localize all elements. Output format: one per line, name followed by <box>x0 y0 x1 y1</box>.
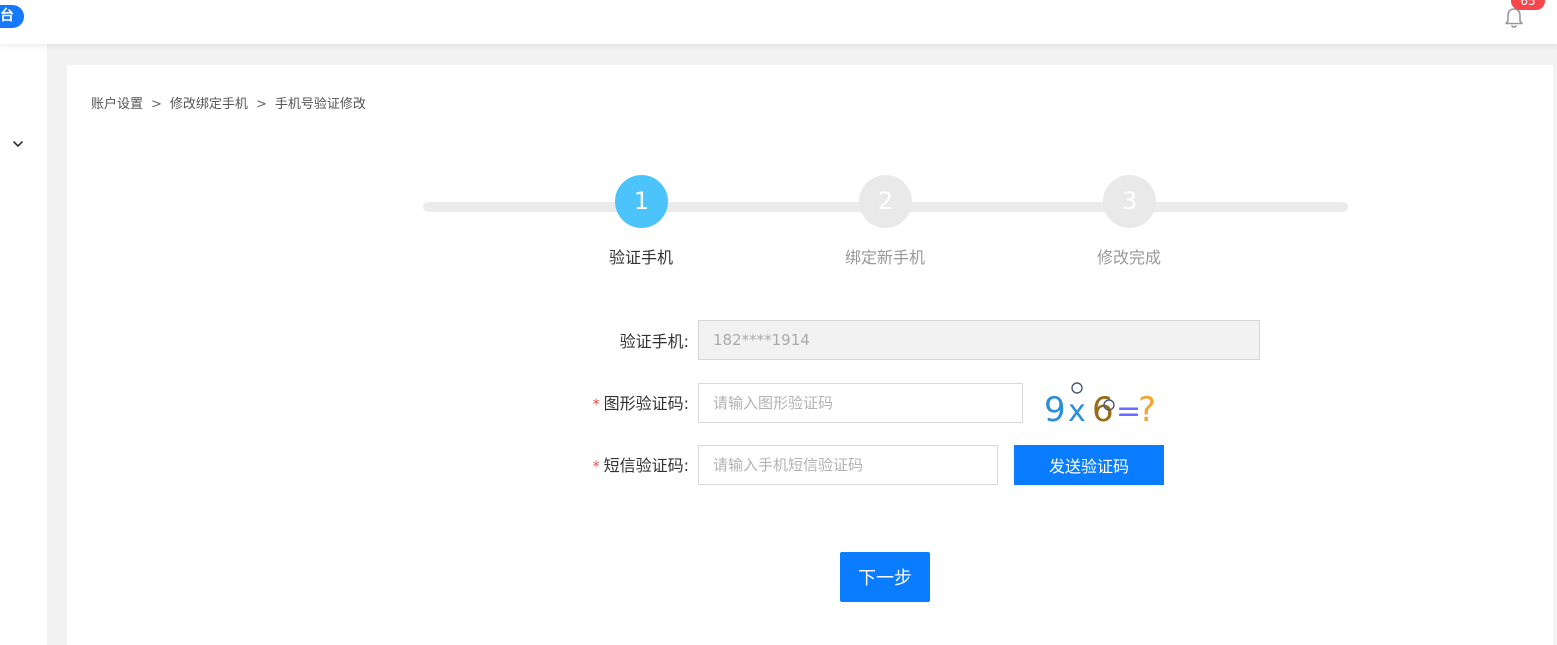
captcha-char: ? <box>1138 390 1156 430</box>
breadcrumb-separator: > <box>255 97 267 112</box>
chevron-down-icon[interactable] <box>12 138 24 150</box>
captcha-image[interactable]: 9 x 6 = ? <box>1040 380 1170 430</box>
brand-badge[interactable]: 台 <box>0 5 24 28</box>
main-content: 账户设置 > 修改绑定手机 > 手机号验证修改 1 2 3 验证手机 绑定新手机 修改完… <box>67 65 1557 645</box>
breadcrumb-separator: > <box>151 97 162 112</box>
required-mark: * <box>592 459 600 475</box>
breadcrumb-item-change-phone[interactable]: 修改绑定手机 <box>170 97 248 112</box>
captcha-char: x <box>1068 394 1086 429</box>
breadcrumb-item-account-settings[interactable]: 账户设置 <box>91 97 143 112</box>
sidebar <box>0 44 47 645</box>
phone-field <box>698 320 1260 360</box>
captcha-label: 图形验证码: <box>603 394 689 413</box>
send-code-button[interactable]: 发送验证码 <box>1014 445 1164 485</box>
captcha-label-row: * 图形验证码: <box>489 390 689 414</box>
step-1-label: 验证手机 <box>608 248 673 267</box>
top-bar: 台 65 <box>0 0 1557 44</box>
step-2-label: 绑定新手机 <box>844 248 925 267</box>
step-1-circle: 1 <box>615 175 668 228</box>
breadcrumb-item-current: 手机号验证修改 <box>274 97 366 112</box>
step-3-label: 修改完成 <box>1096 248 1161 267</box>
sms-label-row: * 短信验证码: <box>489 452 689 476</box>
right-edge <box>1553 44 1557 645</box>
phone-label: 验证手机: <box>619 332 689 351</box>
breadcrumb: 账户设置 > 修改绑定手机 > 手机号验证修改 <box>91 93 366 112</box>
step-3-circle: 3 <box>1103 175 1156 228</box>
notification-count-badge: 65 <box>1511 0 1545 10</box>
sms-label: 短信验证码: <box>603 456 689 475</box>
captcha-noise <box>1071 382 1083 394</box>
next-step-button[interactable]: 下一步 <box>840 552 930 602</box>
captcha-char: 9 <box>1044 390 1066 430</box>
sms-code-input[interactable] <box>698 445 998 485</box>
step-2-circle: 2 <box>859 175 912 228</box>
captcha-input[interactable] <box>698 383 1023 423</box>
required-mark: * <box>592 397 600 413</box>
